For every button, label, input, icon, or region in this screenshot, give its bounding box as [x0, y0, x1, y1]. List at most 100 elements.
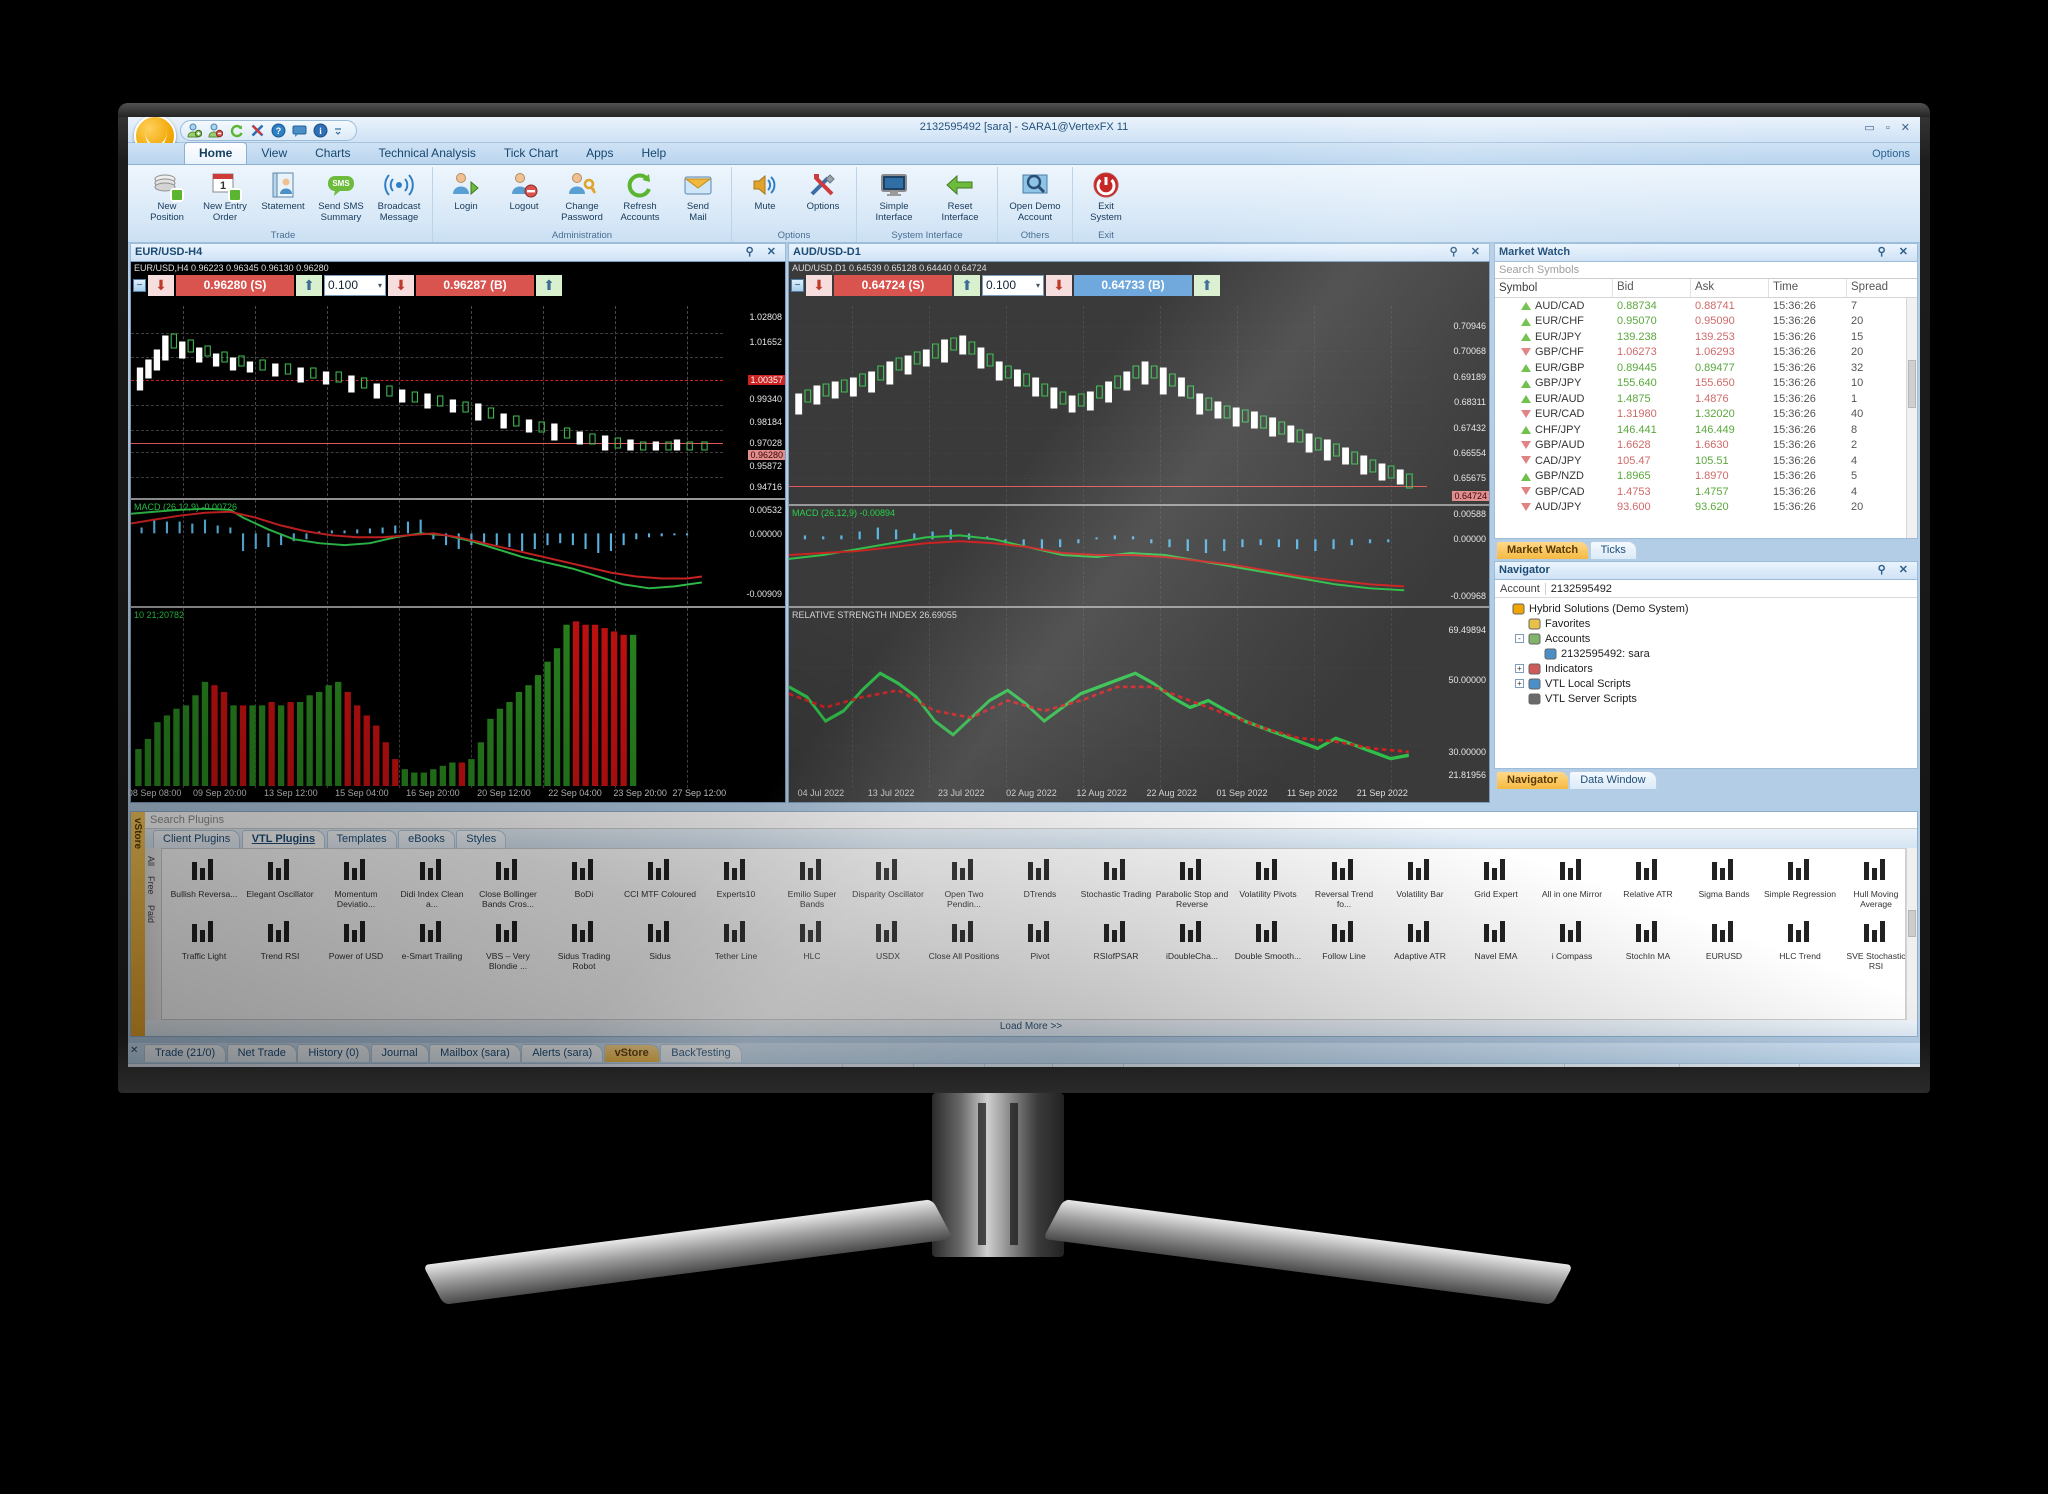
new-entry-order-button[interactable]: 1 New Entry Order [196, 167, 254, 230]
market-watch-rows[interactable]: AUD/CAD 0.88734 0.88741 15:36:26 7 EUR/CHF 0.9… [1495, 298, 1917, 538]
ribbon-tab-view[interactable]: View [247, 143, 301, 164]
vstore-plugin-item[interactable]: Sigma Bands [1686, 854, 1762, 911]
vstore-plugin-item[interactable]: Simple Regression [1762, 854, 1838, 911]
vstore-plugin-item[interactable]: Pivot [1002, 916, 1078, 973]
chart-right-buy-arrow-icon[interactable]: ⬆ [1194, 274, 1220, 296]
market-watch-row[interactable]: CAD/JPY 105.47 105.51 15:36:26 4 [1495, 453, 1917, 469]
market-watch-row[interactable]: EUR/AUD 1.4875 1.4876 15:36:26 1 [1495, 391, 1917, 407]
statement-button[interactable]: Statement [254, 167, 312, 230]
market-watch-row[interactable]: EUR/CHF 0.95070 0.95090 15:36:26 20 [1495, 314, 1917, 330]
tree-node[interactable]: Favorites [1499, 616, 1917, 631]
market-watch-tabs[interactable]: Market Watch Ticks [1496, 540, 1637, 559]
tree-node[interactable]: VTL Server Scripts [1499, 691, 1917, 706]
vstore-plugin-item[interactable]: Close All Positions [926, 916, 1002, 973]
tree-node[interactable]: 2132595492: sara [1499, 646, 1917, 661]
chart-right-sell-price[interactable]: 0.64724 (S) [834, 274, 952, 296]
vstore-filter-free[interactable]: Free [145, 874, 157, 903]
bottom-tab-journal[interactable]: Journal [370, 1044, 429, 1062]
chart-left-buy-down-arrow-icon[interactable]: ⬇ [388, 274, 414, 296]
ribbon-tab-help[interactable]: Help [627, 143, 680, 164]
vstore-plugin-item[interactable]: i Compass [1534, 916, 1610, 973]
chart-left-collapse-button[interactable]: − [133, 278, 146, 292]
bottom-tab-net-trade[interactable]: Net Trade [226, 1044, 297, 1062]
refresh-accounts-button[interactable]: Refresh Accounts [611, 167, 669, 230]
vstore-plugin-grid[interactable]: Bullish Reversa... Elegant Oscillator Mome… [161, 848, 1906, 1020]
ribbon-tab-charts[interactable]: Charts [301, 143, 364, 164]
chart-left-window-buttons[interactable]: ⚲ ✕ [746, 245, 781, 258]
chart-right-sell-up-arrow-icon[interactable]: ⬆ [954, 274, 980, 296]
vstore-tab-ebooks[interactable]: eBooks [398, 830, 455, 848]
vstore-plugin-item[interactable]: Bullish Reversa... [166, 854, 242, 911]
market-watch-row[interactable]: GBP/CAD 1.4753 1.4757 15:36:26 4 [1495, 484, 1917, 500]
vstore-plugin-item[interactable]: SVE Stochastic RSI [1838, 916, 1905, 973]
options-button[interactable]: Options [794, 167, 852, 230]
vstore-plugin-item[interactable]: Didi Index Clean a... [394, 854, 470, 911]
vstore-plugin-item[interactable]: CCI MTF Coloured [622, 854, 698, 911]
bottom-tab-backtesting[interactable]: BackTesting [660, 1044, 742, 1062]
change-password-button[interactable]: Change Password [553, 167, 611, 230]
chart-left-body[interactable]: EUR/USD,H4 0.96223 0.96345 0.96130 0.962… [128, 261, 786, 803]
ribbon-tab-technical-analysis[interactable]: Technical Analysis [364, 143, 489, 164]
bottom-tab-trade[interactable]: Trade (21/0) [144, 1044, 227, 1062]
column-header-spread[interactable]: Spread [1847, 279, 1888, 297]
market-watch-row[interactable]: GBP/JPY 155.640 155.650 15:36:26 10 [1495, 376, 1917, 392]
vstore-tabs[interactable]: Client Plugins VTL Plugins Templates eBo… [145, 829, 1917, 848]
vstore-plugin-item[interactable]: EURUSD [1686, 916, 1762, 973]
navigator-window-buttons[interactable]: ⚲ ✕ [1878, 563, 1913, 576]
chart-left-price-plot[interactable]: 1.02808 1.01652 1.00357 0.99340 0.98184 … [131, 306, 785, 496]
vstore-plugin-item[interactable]: Volatility Bar [1382, 854, 1458, 911]
vstore-load-more-button[interactable]: Load More >> [145, 1020, 1917, 1036]
vstore-tab-templates[interactable]: Templates [326, 830, 397, 848]
tree-node[interactable]: Hybrid Solutions (Demo System) [1499, 601, 1917, 616]
exit-system-button[interactable]: Exit System [1077, 167, 1135, 230]
ribbon-tab-home[interactable]: Home [184, 142, 248, 164]
vstore-plugin-item[interactable]: Disparity Oscillator [850, 854, 926, 911]
vstore-plugin-item[interactable]: USDX [850, 916, 926, 973]
market-watch-row[interactable]: AUD/JPY 93.600 93.620 15:36:26 20 [1495, 500, 1917, 516]
vstore-plugin-item[interactable]: Volatility Pivots [1230, 854, 1306, 911]
market-watch-row[interactable]: CHF/JPY 146.441 146.449 15:36:26 8 [1495, 422, 1917, 438]
chart-right-sell-arrow-icon[interactable]: ⬇ [806, 274, 832, 296]
bottom-tab-alerts[interactable]: Alerts (sara) [521, 1044, 604, 1062]
vstore-filter-paid[interactable]: Paid [145, 903, 157, 931]
ribbon-tab-tick-chart[interactable]: Tick Chart [490, 143, 572, 164]
chart-left-buy-price[interactable]: 0.96287 (B) [416, 274, 534, 296]
vstore-filter-all[interactable]: All [145, 854, 157, 874]
vstore-plugin-item[interactable]: VBS – Very Blondie ... [470, 916, 546, 973]
vstore-plugin-item[interactable]: Reversal Trend fo... [1306, 854, 1382, 911]
bottom-tab-strip[interactable]: ✕ Trade (21/0) Net Trade History (0) Jou… [128, 1043, 1920, 1063]
tab-data-window[interactable]: Data Window [1569, 771, 1657, 789]
vstore-plugin-item[interactable]: Sidus [622, 916, 698, 973]
market-watch-row[interactable]: EUR/GBP 0.89445 0.89477 15:36:26 32 [1495, 360, 1917, 376]
chart-right-macd-plot[interactable]: MACD (26,12,9) -0.00894 0.00588 0.00000 … [789, 504, 1489, 604]
login-button[interactable]: Login [437, 167, 495, 230]
vstore-tab-client-plugins[interactable]: Client Plugins [153, 830, 241, 848]
tab-market-watch[interactable]: Market Watch [1496, 541, 1590, 559]
new-position-button[interactable]: New Position [138, 167, 196, 230]
column-header-bid[interactable]: Bid [1613, 279, 1691, 297]
send-sms-summary-button[interactable]: SMS Send SMS Summary [312, 167, 370, 230]
tree-expander[interactable]: + [1515, 664, 1524, 673]
tree-node[interactable]: + VTL Local Scripts [1499, 676, 1917, 691]
tree-expander[interactable]: - [1515, 634, 1524, 643]
chart-right-price-plot[interactable]: 0.70946 0.70068 0.69189 0.68311 0.67432 … [789, 306, 1489, 502]
chart-left-buy-arrow-icon[interactable]: ⬆ [536, 274, 562, 296]
market-watch-row[interactable]: GBP/NZD 1.8965 1.8970 15:36:26 5 [1495, 469, 1917, 485]
chart-right-buy-price[interactable]: 0.64733 (B) [1074, 274, 1192, 296]
options-link[interactable]: Options [1872, 148, 1910, 160]
account-value[interactable]: 2132595492 [1544, 582, 1917, 595]
vstore-plugin-item[interactable]: All in one Mirror [1534, 854, 1610, 911]
chart-right-window-buttons[interactable]: ⚲ ✕ [1450, 245, 1485, 258]
ribbon-tab-apps[interactable]: Apps [572, 143, 627, 164]
simple-interface-button[interactable]: Simple Interface [861, 167, 927, 230]
chart-window-audusd[interactable]: AUD/USD-D1 ⚲ ✕ AUD/USD,D1 0.64539 0.6512… [788, 243, 1490, 803]
logout-button[interactable]: Logout [495, 167, 553, 230]
vstore-plugin-item[interactable]: Relative ATR [1610, 854, 1686, 911]
vstore-plugin-item[interactable]: RSIofPSAR [1078, 916, 1154, 973]
chart-window-eurusd[interactable]: EUR/USD-H4 ⚲ ✕ EUR/USD,H4 0.96223 0.9634… [128, 243, 786, 803]
chart-left-volume-input[interactable]: 0.100 ▾ [324, 274, 386, 296]
column-header-ask[interactable]: Ask [1691, 279, 1769, 297]
vstore-plugin-item[interactable]: Parabolic Stop and Reverse [1154, 854, 1230, 911]
vstore-plugin-item[interactable]: Emilio Super Bands [774, 854, 850, 911]
vstore-plugin-item[interactable]: Experts10 [698, 854, 774, 911]
